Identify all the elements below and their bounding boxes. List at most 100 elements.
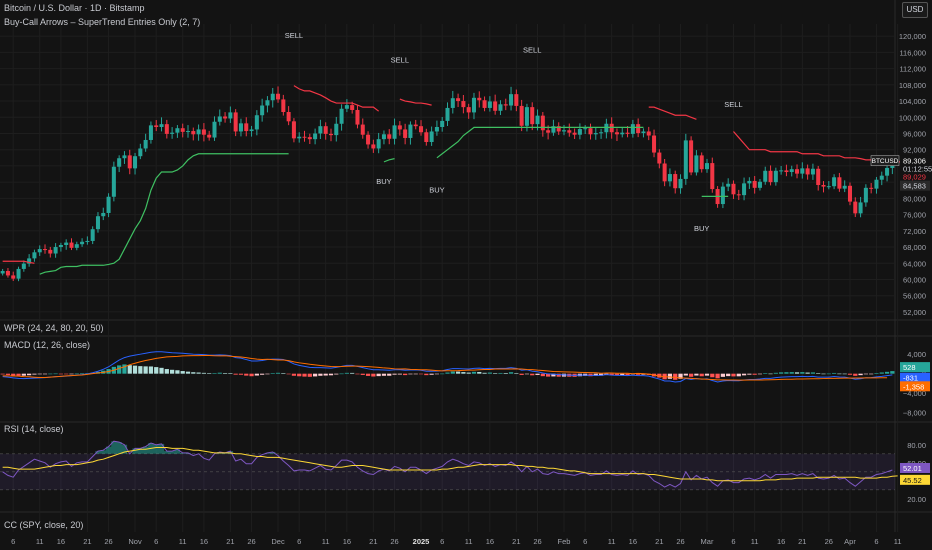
candle-body (832, 177, 837, 187)
candle-body (657, 152, 662, 164)
candle-body (196, 129, 201, 135)
candle-body (471, 97, 476, 113)
candle-body (376, 139, 381, 149)
candle-body (694, 155, 699, 173)
macd-histogram-bar (0, 373, 5, 375)
price-tick-label: 64,000 (903, 259, 926, 268)
macd-histogram-bar (16, 373, 21, 376)
currency-button[interactable]: USD (902, 2, 928, 18)
time-tick-label: 21 (798, 537, 806, 546)
price-tick-label: 112,000 (899, 65, 926, 74)
macd-histogram-bar (360, 373, 365, 375)
signal-label: SELL (285, 31, 303, 40)
macd-histogram-bar (747, 373, 752, 375)
wpr-legend[interactable]: WPR (24, 24, 80, 20, 50) (4, 323, 104, 333)
time-tick-label: Mar (701, 537, 714, 546)
macd-histogram-bar (440, 373, 445, 375)
candle-body (720, 186, 725, 205)
cc-legend[interactable]: CC (SPY, close, 20) (4, 520, 83, 530)
macd-histogram-bar (455, 371, 461, 374)
macd-histogram-bar (810, 372, 816, 374)
candle-body (667, 174, 672, 182)
candle-body (419, 126, 424, 133)
candle-body (238, 123, 243, 132)
indicator-legend[interactable]: Buy-Call Arrows – SuperTrend Entries Onl… (4, 17, 200, 27)
macd-histogram-bar (21, 373, 26, 376)
candle-body (180, 128, 185, 132)
macd-histogram-bar (154, 367, 159, 374)
candle-body (159, 124, 164, 128)
macd-histogram-bar (408, 373, 413, 375)
macd-histogram-bar (858, 373, 863, 376)
candle-body (683, 140, 688, 179)
candle-body (869, 187, 874, 189)
macd-histogram-bar (318, 373, 323, 376)
price-label: 89,029 (903, 173, 926, 182)
macd-histogram-bar (233, 373, 238, 375)
macd-histogram-bar (180, 371, 185, 374)
candle-body (408, 124, 413, 138)
macd-histogram-bar (768, 373, 773, 375)
candle-body (540, 115, 545, 131)
candle-body (567, 130, 572, 133)
time-tick-label: 11 (36, 537, 44, 546)
chart-canvas[interactable]: SELL SELL SELL SELL BUY BUY BUY 52,000 56,000 60… (0, 0, 932, 550)
candle-body (360, 124, 365, 135)
candle-body (789, 169, 794, 173)
candle-body (847, 185, 852, 202)
candle-body (800, 168, 805, 174)
candle-body (80, 241, 85, 245)
macd-histogram-bar (418, 373, 424, 375)
candle-body (313, 133, 318, 140)
candle-body (424, 132, 429, 143)
time-tick-label: 16 (200, 537, 208, 546)
macd-histogram-bar (625, 373, 630, 376)
macd-histogram-bar (403, 373, 408, 376)
macd-histogram-bar (217, 372, 222, 374)
rsi-tick-label: 20.00 (907, 495, 926, 504)
chart-title: Bitcoin / U.S. Dollar · 1D · Bitstamp (4, 3, 145, 13)
macd-histogram-bar (493, 373, 498, 374)
macd-histogram-bar (58, 373, 64, 375)
candle-body (736, 194, 741, 196)
macd-histogram-bar (328, 373, 334, 376)
candle-body (678, 178, 683, 189)
candle-body (0, 270, 5, 274)
macd-histogram-bar (339, 373, 344, 375)
candle-body (429, 131, 434, 143)
time-tick-label: Dec (271, 537, 285, 546)
time-tick-label: 6 (154, 537, 158, 546)
time-tick-label: 11 (465, 537, 473, 546)
macd-histogram-bar (794, 372, 800, 374)
macd-legend[interactable]: MACD (12, 26, close) (4, 340, 90, 350)
candle-body (773, 170, 778, 183)
candle-body (641, 131, 646, 134)
macd-histogram-bar (201, 372, 207, 374)
macd-histogram-bar (890, 371, 895, 374)
candle-body (355, 109, 360, 125)
macd-histogram-bar (779, 372, 784, 374)
rsi-legend[interactable]: RSI (14, close) (4, 424, 64, 434)
time-tick-label: 21 (512, 537, 520, 546)
candle-body (101, 212, 106, 217)
candle-body (413, 124, 418, 127)
candle-body (328, 133, 334, 136)
macd-histogram-bar (286, 373, 291, 375)
macd-histogram-bar (736, 373, 741, 377)
candle-body (11, 275, 16, 279)
candle-body (323, 126, 328, 134)
macd-histogram-bar (710, 373, 715, 378)
macd-histogram-bar (429, 373, 434, 375)
candle-body (212, 121, 217, 138)
macd-histogram-bar (805, 372, 810, 374)
candle-body (625, 132, 630, 134)
time-tick-label: 11 (179, 537, 187, 546)
macd-histogram-bar (741, 373, 747, 376)
candle-body (387, 134, 392, 139)
macd-histogram-bar (196, 372, 201, 374)
time-tick-label: Apr (844, 537, 856, 546)
candle-body (244, 123, 249, 132)
time-tick-label: 21 (83, 537, 91, 546)
macd-histogram-bar (32, 373, 37, 375)
signal-label: BUY (376, 177, 391, 186)
